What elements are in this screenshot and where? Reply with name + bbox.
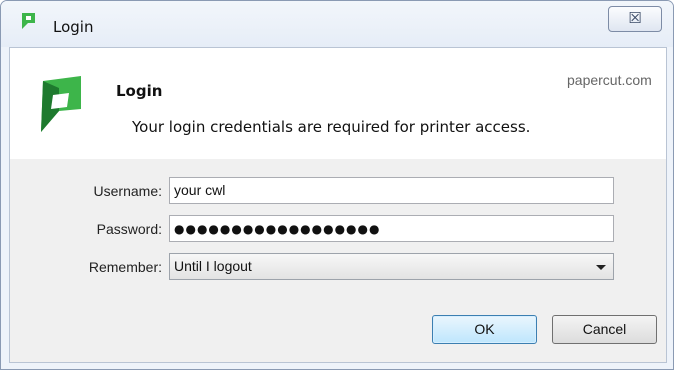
password-label: Password: xyxy=(96,221,162,237)
ok-button[interactable]: OK xyxy=(432,315,537,344)
header-description: Your login credentials are required for … xyxy=(132,118,531,136)
close-icon: ☒ xyxy=(628,9,642,27)
username-field[interactable]: your cwl xyxy=(169,177,614,204)
username-value: your cwl xyxy=(174,182,226,198)
papercut-logo-icon xyxy=(22,13,35,29)
title-bar[interactable]: Login ☒ xyxy=(1,1,673,47)
password-field[interactable]: ●●●●●●●●●●●●●●●●●● xyxy=(169,215,614,242)
remember-selected-value: Until I logout xyxy=(174,258,252,274)
password-value: ●●●●●●●●●●●●●●●●●● xyxy=(174,222,381,236)
remember-label: Remember: xyxy=(88,259,162,275)
close-button[interactable]: ☒ xyxy=(608,6,662,32)
chevron-down-icon[interactable] xyxy=(596,265,606,270)
username-label: Username: xyxy=(93,183,162,199)
site-label: papercut.com xyxy=(567,72,652,88)
dialog-body: Login papercut.com Your login credential… xyxy=(9,47,667,363)
header-panel: Login papercut.com Your login credential… xyxy=(10,48,666,159)
papercut-logo-icon xyxy=(41,76,81,132)
cancel-button[interactable]: Cancel xyxy=(552,315,657,344)
window-title: Login xyxy=(53,18,94,36)
login-dialog: Login ☒ Login papercut.com Your login cr… xyxy=(0,0,674,370)
remember-dropdown[interactable]: Until I logout xyxy=(169,253,614,280)
header-title: Login xyxy=(116,82,163,100)
